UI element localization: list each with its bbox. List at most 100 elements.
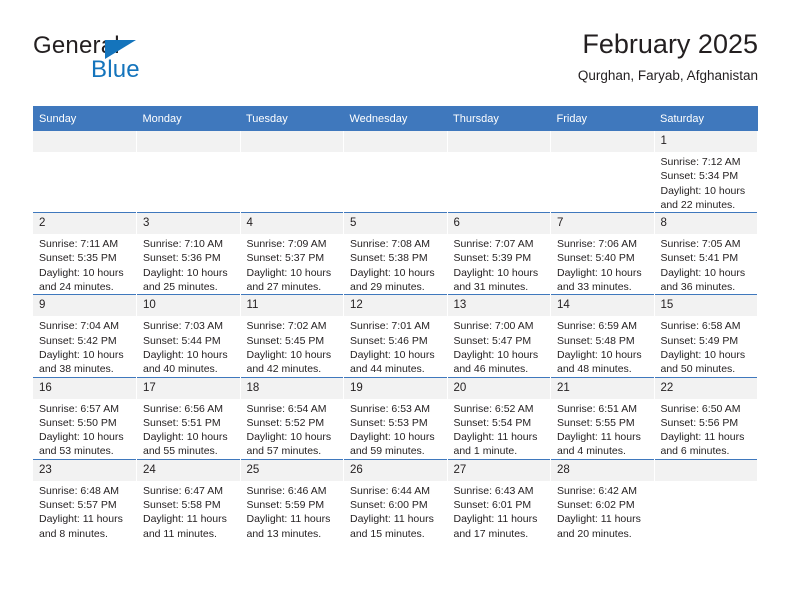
daylight-text: Daylight: 11 hours and 20 minutes. (557, 513, 641, 540)
day-cell-content: 17 Sunrise: 6:56 AM Sunset: 5:51 PM Dayligh… (137, 377, 240, 459)
sunset-text: Sunset: 5:47 PM (453, 334, 532, 347)
calendar-day-cell[interactable]: 2 Sunrise: 7:11 AM Sunset: 5:35 PM Daylight… (33, 212, 137, 295)
sunset-text: Sunset: 5:52 PM (246, 416, 325, 429)
calendar-day-cell[interactable]: 28 Sunrise: 6:42 AM Sunset: 6:02 PM Dayligh… (550, 458, 655, 541)
calendar-day-cell[interactable]: 24 Sunrise: 6:47 AM Sunset: 5:58 PM Dayligh… (136, 458, 241, 541)
sunrise-text: Sunrise: 6:54 AM (246, 402, 327, 415)
day-number: 14 (551, 295, 654, 317)
sunset-text: Sunset: 5:51 PM (143, 416, 221, 429)
calendar-page: General Blue February 2025 Qurghan, Fary… (0, 0, 792, 612)
sunrise-text: Sunrise: 6:47 AM (143, 484, 223, 497)
title-block: February 2025 Qurghan, Faryab, Afghanist… (578, 28, 758, 86)
calendar-day-cell[interactable]: 13 Sunrise: 7:00 AM Sunset: 5:47 PM Dayligh… (447, 294, 551, 378)
day-number (654, 459, 757, 481)
calendar-day-cell[interactable]: 22 Sunrise: 6:50 AM Sunset: 5:56 PM Dayligh… (654, 376, 758, 460)
calendar-day-cell[interactable]: 17 Sunrise: 6:56 AM Sunset: 5:51 PM Dayligh… (136, 376, 241, 460)
calendar-day-cell[interactable]: 19 Sunrise: 6:53 AM Sunset: 5:53 PM Dayligh… (343, 376, 448, 460)
calendar-day-cell[interactable]: 8 Sunrise: 7:05 AM Sunset: 5:41 PM Daylight… (654, 212, 758, 295)
day-number (344, 131, 447, 152)
calendar-week-row: 2 Sunrise: 7:11 AM Sunset: 5:35 PM Daylight… (33, 212, 758, 295)
day-cell-content: 5 Sunrise: 7:08 AM Sunset: 5:38 PM Daylight… (344, 213, 447, 294)
calendar-body: 1 Sunrise: 7:12 AM Sunset: 5:34 PM Daylight… (33, 131, 758, 541)
page-title: February 2025 (582, 29, 758, 59)
sunset-text: Sunset: 5:53 PM (350, 416, 428, 429)
calendar-day-cell[interactable]: 6 Sunrise: 7:07 AM Sunset: 5:39 PM Daylight… (447, 212, 551, 295)
weekday-header-saturday: Saturday (654, 106, 758, 131)
sunset-text: Sunset: 5:49 PM (660, 334, 739, 347)
weekday-header-sunday: Sunday (33, 106, 137, 131)
day-details: Sunrise: 6:53 AM Sunset: 5:53 PM Daylight:… (344, 399, 447, 459)
sunset-text: Sunset: 5:58 PM (143, 499, 221, 512)
day-number: 22 (654, 377, 757, 399)
calendar-day-cell[interactable]: 25 Sunrise: 6:46 AM Sunset: 5:59 PM Dayligh… (240, 458, 344, 541)
sunset-text: Sunset: 5:38 PM (350, 252, 428, 265)
calendar-day-cell[interactable]: 11 Sunrise: 7:02 AM Sunset: 5:45 PM Dayligh… (240, 294, 344, 378)
sunrise-text: Sunrise: 7:04 AM (39, 320, 119, 333)
day-number: 24 (137, 459, 240, 481)
calendar-day-cell[interactable]: 10 Sunrise: 7:03 AM Sunset: 5:44 PM Dayligh… (136, 294, 241, 378)
day-cell-content: 20 Sunrise: 6:52 AM Sunset: 5:54 PM Dayligh… (447, 377, 550, 459)
sunrise-text: Sunrise: 7:12 AM (660, 156, 741, 168)
sunrise-text: Sunrise: 6:43 AM (453, 484, 534, 497)
calendar-day-cell[interactable]: 16 Sunrise: 6:57 AM Sunset: 5:50 PM Dayligh… (33, 376, 137, 460)
calendar-day-cell[interactable]: 14 Sunrise: 6:59 AM Sunset: 5:48 PM Dayligh… (550, 294, 655, 378)
day-number: 12 (344, 295, 447, 317)
day-details: Sunrise: 7:00 AM Sunset: 5:47 PM Daylight:… (448, 316, 551, 376)
daylight-text: Daylight: 10 hours and 25 minutes. (143, 266, 228, 294)
day-details: Sunrise: 7:06 AM Sunset: 5:40 PM Daylight:… (551, 234, 654, 294)
day-cell-content: 23 Sunrise: 6:48 AM Sunset: 5:57 PM Dayligh… (33, 459, 136, 541)
calendar-day-cell[interactable]: 12 Sunrise: 7:01 AM Sunset: 5:46 PM Dayligh… (343, 294, 448, 378)
sunset-text: Sunset: 5:37 PM (246, 252, 325, 265)
day-number (447, 131, 550, 152)
day-number: 5 (344, 213, 447, 235)
day-details: Sunrise: 7:12 AM Sunset: 5:34 PM Daylight:… (655, 152, 758, 212)
calendar-week-row: 9 Sunrise: 7:04 AM Sunset: 5:42 PM Daylight… (33, 294, 758, 378)
day-cell-content: 2 Sunrise: 7:11 AM Sunset: 5:35 PM Daylight… (33, 213, 136, 294)
calendar-day-cell[interactable]: 1 Sunrise: 7:12 AM Sunset: 5:34 PM Daylight… (654, 131, 758, 213)
calendar-day-cell[interactable]: 26 Sunrise: 6:44 AM Sunset: 6:00 PM Dayligh… (343, 458, 448, 541)
sunset-text: Sunset: 6:02 PM (557, 499, 635, 512)
weekday-header-tuesday: Tuesday (240, 106, 344, 131)
calendar-day-cell[interactable]: 3 Sunrise: 7:10 AM Sunset: 5:36 PM Daylight… (136, 212, 241, 295)
calendar-day-cell[interactable]: 18 Sunrise: 6:54 AM Sunset: 5:52 PM Dayligh… (240, 376, 344, 460)
day-number: 26 (344, 459, 447, 481)
day-cell-content: 19 Sunrise: 6:53 AM Sunset: 5:53 PM Dayligh… (344, 377, 447, 459)
day-number: 20 (447, 377, 550, 399)
calendar-day-cell[interactable]: 27 Sunrise: 6:43 AM Sunset: 6:01 PM Dayligh… (447, 458, 551, 541)
day-details: Sunrise: 7:03 AM Sunset: 5:44 PM Daylight:… (137, 316, 240, 376)
calendar-cell-empty (136, 131, 241, 213)
calendar-day-cell[interactable]: 7 Sunrise: 7:06 AM Sunset: 5:40 PM Daylight… (550, 212, 655, 295)
day-details: Sunrise: 6:42 AM Sunset: 6:02 PM Daylight:… (551, 481, 654, 541)
day-number: 27 (447, 459, 550, 481)
day-cell-content (447, 131, 550, 212)
sunrise-text: Sunrise: 7:02 AM (246, 320, 327, 333)
day-number: 3 (137, 213, 240, 235)
sunset-text: Sunset: 5:42 PM (39, 334, 117, 347)
day-cell-content: 4 Sunrise: 7:09 AM Sunset: 5:37 PM Daylight… (240, 213, 343, 294)
day-cell-content: 11 Sunrise: 7:02 AM Sunset: 5:45 PM Dayligh… (240, 295, 343, 376)
calendar-day-cell[interactable]: 21 Sunrise: 6:51 AM Sunset: 5:55 PM Dayligh… (550, 376, 655, 460)
general-blue-logo[interactable]: General Blue (33, 32, 213, 88)
day-cell-content: 14 Sunrise: 6:59 AM Sunset: 5:48 PM Dayligh… (551, 295, 654, 376)
daylight-text: Daylight: 10 hours and 22 minutes. (660, 184, 746, 211)
sunrise-text: Sunrise: 7:06 AM (557, 238, 637, 251)
day-number: 15 (654, 295, 757, 317)
calendar-day-cell[interactable]: 20 Sunrise: 6:52 AM Sunset: 5:54 PM Dayligh… (447, 376, 551, 460)
daylight-text: Daylight: 10 hours and 27 minutes. (246, 266, 332, 294)
day-cell-content: 3 Sunrise: 7:10 AM Sunset: 5:36 PM Daylight… (137, 213, 240, 294)
sunset-text: Sunset: 5:44 PM (143, 334, 221, 347)
calendar-day-cell[interactable]: 15 Sunrise: 6:58 AM Sunset: 5:49 PM Dayligh… (654, 294, 758, 378)
day-cell-content: 13 Sunrise: 7:00 AM Sunset: 5:47 PM Dayligh… (447, 295, 551, 376)
sunrise-text: Sunrise: 7:03 AM (143, 320, 223, 333)
calendar-day-cell[interactable]: 4 Sunrise: 7:09 AM Sunset: 5:37 PM Daylight… (240, 212, 344, 295)
weekday-header-monday: Monday (136, 106, 240, 131)
day-cell-content: 9 Sunrise: 7:04 AM Sunset: 5:42 PM Daylight… (33, 295, 136, 376)
day-cell-content: 15 Sunrise: 6:58 AM Sunset: 5:49 PM Dayligh… (654, 295, 757, 376)
day-number (137, 131, 240, 152)
calendar-day-cell[interactable]: 5 Sunrise: 7:08 AM Sunset: 5:38 PM Daylight… (343, 212, 448, 295)
calendar-day-cell[interactable]: 9 Sunrise: 7:04 AM Sunset: 5:42 PM Daylight… (33, 294, 137, 378)
calendar-day-cell[interactable]: 23 Sunrise: 6:48 AM Sunset: 5:57 PM Dayligh… (33, 458, 137, 541)
daylight-text: Daylight: 10 hours and 59 minutes. (350, 431, 435, 458)
weekday-header-thursday: Thursday (447, 106, 551, 131)
day-number: 6 (447, 213, 550, 235)
